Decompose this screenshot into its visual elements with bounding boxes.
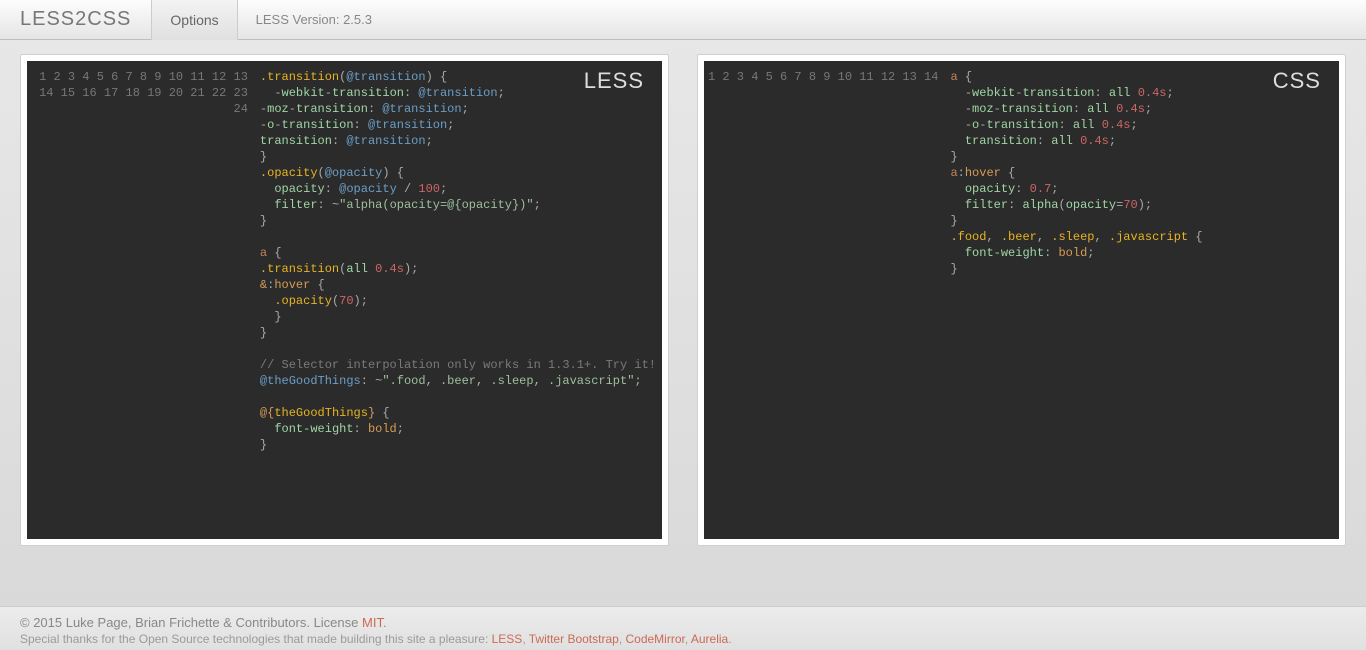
less-editor[interactable]: LESS 1 2 3 4 5 6 7 8 9 10 11 12 13 14 15…: [27, 61, 662, 539]
license-link[interactable]: MIT: [362, 615, 383, 630]
footer-link[interactable]: Twitter Bootstrap: [529, 632, 619, 646]
css-panel: CSS 1 2 3 4 5 6 7 8 9 10 11 12 13 14 a {…: [697, 54, 1346, 546]
version-label: LESS Version: 2.5.3: [238, 12, 390, 27]
brand-title: LESS2CSS: [20, 8, 131, 31]
less-pane-label: LESS: [584, 73, 644, 89]
footer-copyright: © 2015 Luke Page, Brian Frichette & Cont…: [20, 615, 1346, 630]
css-editor[interactable]: CSS 1 2 3 4 5 6 7 8 9 10 11 12 13 14 a {…: [704, 61, 1339, 539]
less-code[interactable]: .transition(@transition) { -webkit-trans…: [254, 61, 662, 539]
css-code[interactable]: a { -webkit-transition: all 0.4s; -moz-t…: [944, 61, 1208, 539]
footer-link[interactable]: LESS: [492, 632, 523, 646]
main-area: LESS 1 2 3 4 5 6 7 8 9 10 11 12 13 14 15…: [0, 40, 1366, 560]
footer-text: © 2015 Luke Page, Brian Frichette & Cont…: [20, 615, 362, 630]
topbar: LESS2CSS Options LESS Version: 2.5.3: [0, 0, 1366, 40]
less-panel: LESS 1 2 3 4 5 6 7 8 9 10 11 12 13 14 15…: [20, 54, 669, 546]
footer-link[interactable]: Aurelia: [691, 632, 728, 646]
footer-text: .: [383, 615, 387, 630]
footer: © 2015 Luke Page, Brian Frichette & Cont…: [0, 606, 1366, 650]
less-gutter: 1 2 3 4 5 6 7 8 9 10 11 12 13 14 15 16 1…: [27, 61, 254, 539]
options-button[interactable]: Options: [151, 0, 237, 40]
css-pane-label: CSS: [1273, 73, 1321, 89]
footer-thanks: Special thanks for the Open Source techn…: [20, 632, 1346, 646]
css-gutter: 1 2 3 4 5 6 7 8 9 10 11 12 13 14: [704, 61, 944, 539]
footer-link[interactable]: CodeMirror: [625, 632, 684, 646]
